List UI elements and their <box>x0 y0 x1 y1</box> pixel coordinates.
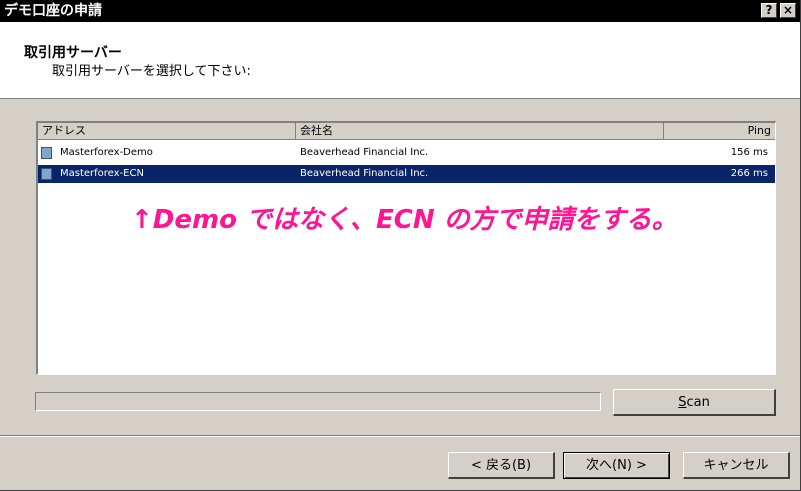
cancel-button[interactable]: キャンセル <box>683 452 790 479</box>
scan-button[interactable]: Scan <box>613 389 776 416</box>
header-title: 取引用サーバー <box>24 45 122 61</box>
server-address: Masterforex-Demo <box>60 147 153 158</box>
server-address: Masterforex-ECN <box>60 168 144 179</box>
column-header-ping[interactable]: Ping <box>664 123 775 140</box>
help-button[interactable]: ? <box>761 3 777 18</box>
scan-label-rest: can <box>686 395 710 410</box>
server-row-demo[interactable]: Masterforex-Demo Beaverhead Financial In… <box>38 144 775 162</box>
window-title: デモ口座の申請 <box>4 3 102 19</box>
server-company: Beaverhead Financial Inc. <box>300 168 429 179</box>
annotation-text: ↑Demo ではなく、ECN の方で申請をする。 <box>131 205 678 235</box>
column-header-company[interactable]: 会社名 <box>296 123 664 140</box>
demo-account-dialog: デモ口座の申請 ? × 取引用サーバー 取引用サーバーを選択して下さい: アドレ… <box>0 0 801 491</box>
close-button[interactable]: × <box>780 3 796 18</box>
wizard-header: 取引用サーバー 取引用サーバーを選択して下さい: <box>0 22 800 99</box>
back-button[interactable]: < 戻る(B) <box>448 452 555 479</box>
column-header-address[interactable]: アドレス <box>38 123 296 140</box>
title-bar[interactable]: デモ口座の申請 ? × <box>0 0 800 22</box>
scan-progress-bar <box>35 392 601 411</box>
server-row-ecn[interactable]: Masterforex-ECN Beaverhead Financial Inc… <box>38 165 775 183</box>
server-list[interactable]: アドレス 会社名 Ping Masterforex-Demo Beaverhea… <box>36 121 776 375</box>
footer-separator <box>0 435 800 437</box>
server-icon <box>41 168 52 180</box>
server-icon <box>41 147 52 159</box>
next-button[interactable]: 次へ(N) > <box>563 452 670 479</box>
server-company: Beaverhead Financial Inc. <box>300 147 429 158</box>
server-ping: 156 ms <box>730 147 768 158</box>
server-ping: 266 ms <box>730 168 768 179</box>
header-subtitle: 取引用サーバーを選択して下さい: <box>52 64 251 79</box>
